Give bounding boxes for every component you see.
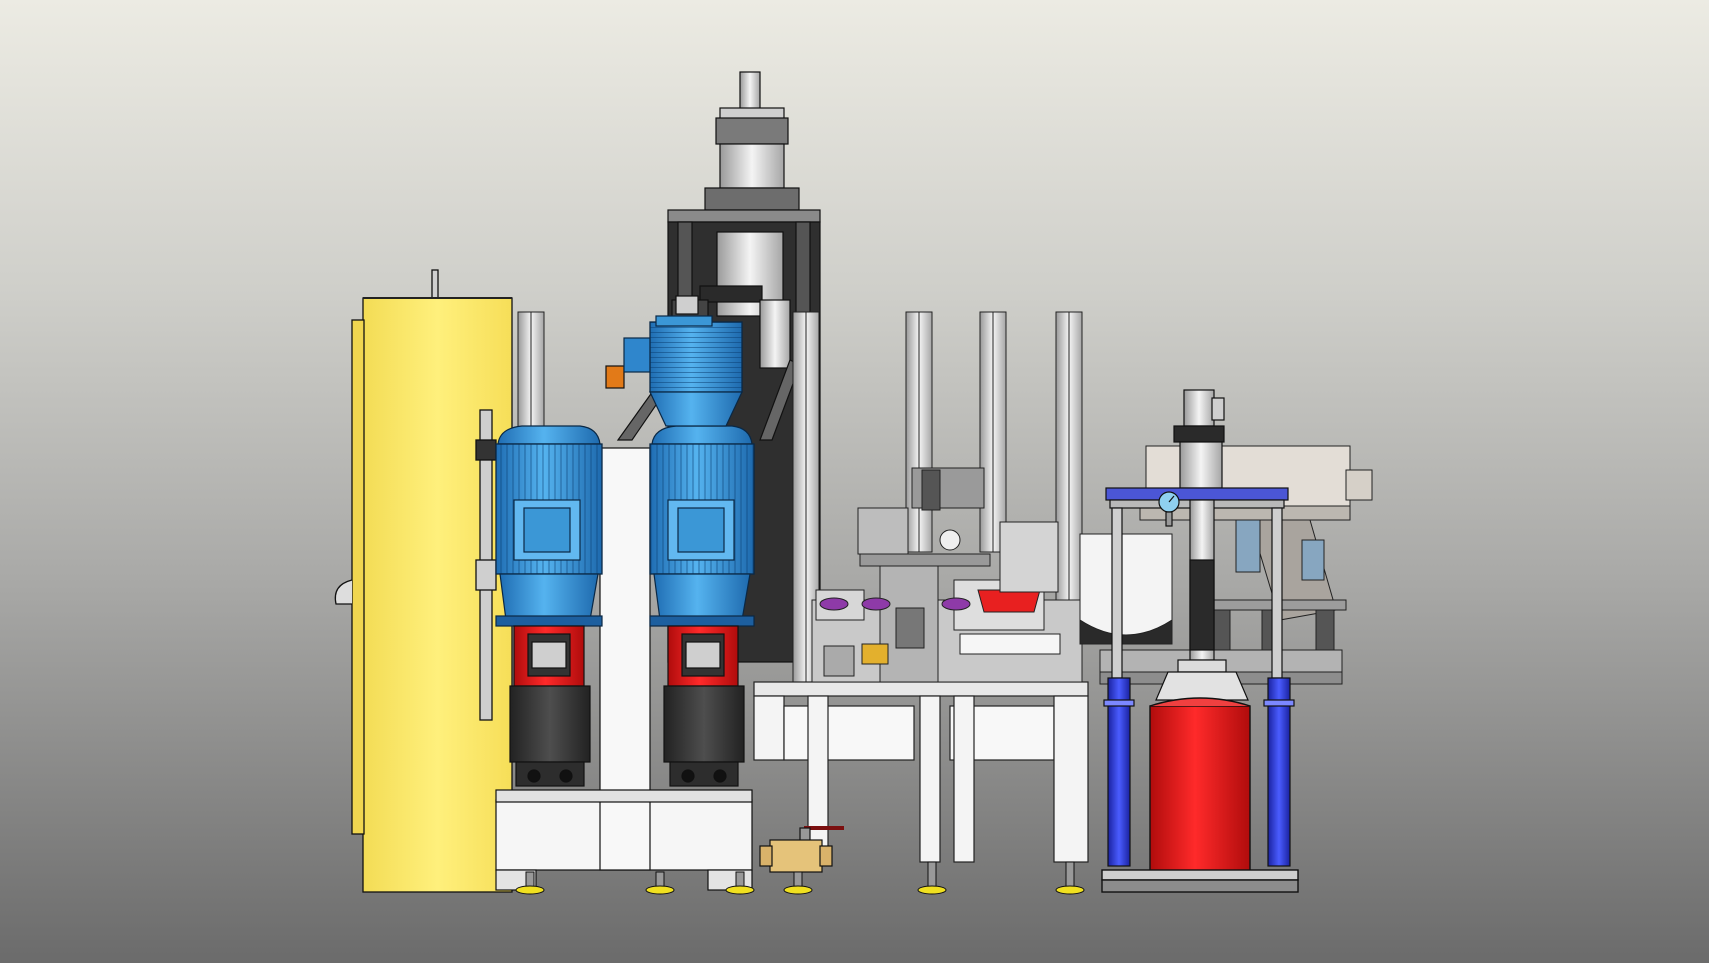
electrical-cabinet — [334, 269, 513, 893]
motor-2 — [649, 425, 755, 627]
motor-1 — [495, 425, 603, 627]
tooling-area — [811, 467, 1083, 683]
machine-model[interactable] — [0, 0, 1709, 963]
pump-1 — [509, 685, 591, 787]
coupling-2 — [667, 625, 739, 687]
coupling-1 — [513, 625, 585, 687]
ball-valve — [759, 826, 844, 873]
pump-2 — [663, 685, 745, 787]
pressure-gauge — [1158, 491, 1180, 527]
white-drum — [1079, 533, 1173, 645]
cad-viewport[interactable] — [0, 0, 1709, 963]
